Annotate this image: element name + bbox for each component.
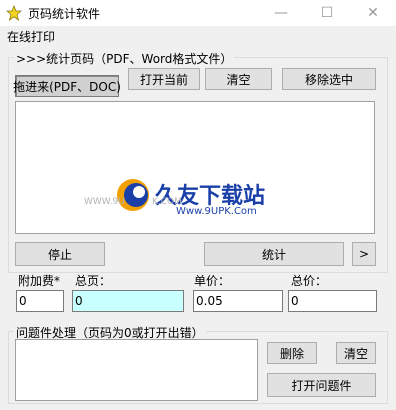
problem-list-panel[interactable] [15,339,258,401]
watermark-url-left: WWW.9U [84,197,125,207]
maximize-button[interactable]: ☐ [304,0,350,26]
remove-selected-button[interactable]: 移除选中 [282,68,376,90]
more-button[interactable]: > [352,242,376,266]
surcharge-label: 附加费* [18,274,61,288]
stop-button[interactable]: 停止 [15,242,105,266]
drag-drop-button[interactable]: 拖进来(PDF、DOC) [13,75,121,97]
clear-button[interactable]: 清空 [205,68,272,90]
total-pages-label: 总页： [75,274,112,288]
close-button[interactable]: ✕ [350,0,396,26]
minimize-button[interactable]: — [258,0,304,26]
total-price-label: 总价： [291,274,328,288]
unit-price-field[interactable]: 0.05 [193,290,283,312]
count-button[interactable]: 统计 [204,242,344,266]
surcharge-field[interactable]: 0 [16,290,64,312]
total-pages-field[interactable]: 0 [72,290,184,312]
menu-bar: 在线打印 [0,26,396,46]
open-current-button[interactable]: 打开当前 [128,68,200,90]
star-app-icon [6,5,22,21]
menu-online-print[interactable]: 在线打印 [7,28,55,45]
problem-clear-button[interactable]: 清空 [336,342,376,364]
total-price-field[interactable]: 0 [288,290,377,312]
delete-button[interactable]: 删除 [267,342,317,364]
open-problem-file-button[interactable]: 打开问题件 [267,373,376,397]
window-title: 页码统计软件 [28,7,101,21]
stats-group-label: >>>统计页码（PDF、Word格式文件） [14,50,235,67]
watermark-url-sub: Www.9UPK.Com [176,206,257,217]
unit-price-label: 单价： [194,274,231,288]
title-bar: 页码统计软件 — ☐ ✕ [0,0,396,26]
